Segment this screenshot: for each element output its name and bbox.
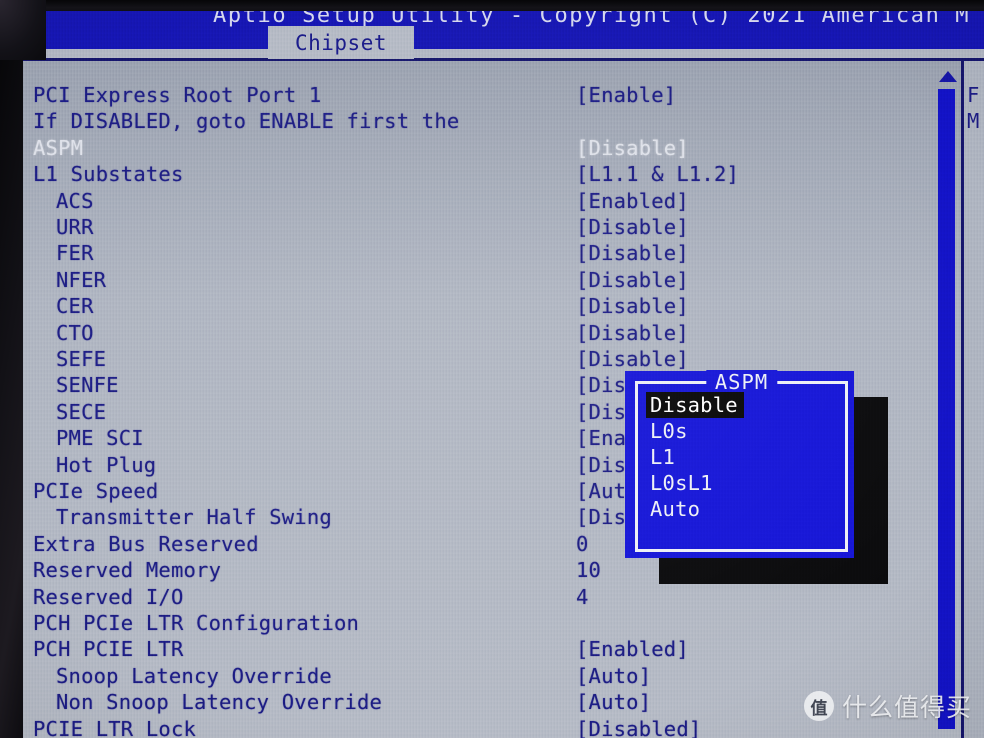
settings-row-label: ASPM (33, 135, 84, 160)
smzdm-watermark: 值 什么值得买 (803, 688, 972, 724)
settings-row[interactable]: If DISABLED, goto ENABLE first the (23, 109, 931, 135)
settings-row-label: SEFE (56, 347, 107, 371)
smzdm-badge-icon: 值 (803, 691, 834, 721)
settings-row-value[interactable]: [Disable] (576, 136, 689, 160)
dialog-option[interactable]: L0sL1 (646, 470, 713, 496)
settings-row-label: FER (56, 241, 94, 266)
settings-row-label: PCIe Speed (33, 479, 159, 503)
settings-row-value[interactable]: [Disable] (576, 241, 689, 265)
settings-row-value[interactable]: [Disable] (576, 294, 689, 318)
settings-row[interactable]: Reserved I/O 4 (23, 585, 931, 611)
settings-row[interactable]: L1 Substates [L1.1 & L1.2] (23, 162, 931, 188)
help-panel-line: M (967, 109, 980, 134)
settings-row-label: NFER (56, 267, 107, 292)
settings-row[interactable]: PCH PCIe LTR Configuration (23, 611, 931, 637)
settings-row-label: Reserved Memory (33, 558, 222, 583)
settings-row[interactable]: ACS [Enabled] (23, 189, 931, 215)
settings-row[interactable]: PCH PCIE LTR [Enabled] (23, 637, 931, 663)
settings-row-value[interactable]: 4 (576, 585, 589, 609)
aspm-option-dialog[interactable]: ASPM Disable L0s L1 L0sL1 Auto (625, 370, 854, 558)
dialog-option[interactable]: Disable (646, 392, 744, 418)
scroll-up-arrow-icon[interactable] (939, 71, 957, 82)
settings-row-label: SENFE (56, 373, 119, 398)
settings-row-value[interactable]: [Auto] (576, 664, 651, 688)
settings-row-value[interactable]: [Enable] (576, 83, 676, 107)
settings-row[interactable]: PCI Express Root Port 1 [Enable] (23, 83, 931, 109)
help-panel-line: F (967, 83, 980, 107)
settings-row-value[interactable]: [Auto] (576, 690, 651, 714)
dialog-option[interactable]: L0s (646, 418, 688, 444)
dialog-border: ASPM Disable L0s L1 L0sL1 Auto (635, 370, 848, 552)
settings-row-label: Non Snoop Latency Override (56, 690, 383, 715)
settings-panel: PCI Express Root Port 1 [Enable] If DISABL… (23, 61, 984, 738)
settings-row-label: ACS (56, 188, 94, 213)
settings-row[interactable]: SEFE [Disable] (23, 347, 931, 373)
settings-row-value[interactable]: [Disable] (576, 215, 689, 239)
settings-row[interactable]: Non Snoop Latency Override [Auto] (23, 690, 931, 716)
bios-setup-screenshot: Aptio Setup Utility - Copyright (C) 2021… (0, 0, 984, 738)
settings-row-label: PCIE LTR Lock (33, 716, 197, 738)
scrollbar-thumb[interactable] (938, 89, 955, 729)
settings-row-value[interactable]: [Disabled] (576, 717, 701, 738)
settings-row-label: Extra Bus Reserved (33, 531, 259, 556)
settings-row-value[interactable]: 10 (576, 558, 601, 582)
tab-chipset[interactable]: Chipset (268, 26, 414, 59)
settings-row-label: CER (56, 294, 94, 319)
monitor-bezel-top (0, 0, 984, 11)
monitor-bezel-left (0, 0, 23, 738)
settings-row-value[interactable]: [Enabled] (576, 189, 689, 213)
settings-row-label: Transmitter Half Swing (56, 505, 332, 530)
settings-row-label: L1 Substates (33, 162, 184, 187)
settings-row-label: Hot Plug (56, 452, 157, 477)
settings-row-label: PCH PCIe LTR Configuration (33, 611, 360, 635)
dialog-option[interactable]: L1 (646, 444, 675, 470)
dialog-title: ASPM (705, 370, 778, 394)
settings-row-value[interactable]: 0 (576, 532, 589, 556)
dialog-option-list[interactable]: Disable L0s L1 L0sL1 Auto (646, 392, 836, 522)
settings-row-label: CTO (56, 320, 94, 345)
settings-row-label: URR (56, 215, 94, 239)
settings-row[interactable]: NFER [Disable] (23, 268, 931, 294)
settings-row[interactable]: FER [Disable] (23, 241, 931, 267)
settings-row-value[interactable]: [Disable] (576, 268, 689, 292)
settings-row-value[interactable]: [Enabled] (576, 637, 689, 661)
settings-row[interactable]: Snoop Latency Override [Auto] (23, 664, 931, 690)
settings-row-label: If DISABLED, goto ENABLE first the (33, 109, 460, 134)
settings-row[interactable]: CER [Disable] (23, 294, 931, 320)
monitor-screen: Aptio Setup Utility - Copyright (C) 2021… (23, 11, 984, 738)
settings-row[interactable]: ASPM [Disable] (23, 136, 931, 162)
help-panel: FM (964, 61, 984, 738)
dialog-option[interactable]: Auto (646, 496, 700, 522)
settings-row-label: PCH PCIE LTR (33, 637, 184, 662)
settings-row-label: Reserved I/O (33, 584, 184, 609)
vertical-scrollbar[interactable] (933, 61, 959, 738)
settings-row-value[interactable]: [Disable] (576, 347, 689, 371)
settings-row[interactable]: CTO [Disable] (23, 321, 931, 347)
settings-row[interactable]: PCIE LTR Lock [Disabled] (23, 717, 931, 738)
titlebar: Aptio Setup Utility - Copyright (C) 2021… (23, 11, 984, 49)
settings-row-value[interactable]: [Disable] (576, 321, 689, 345)
settings-row-label: PCI Express Root Port 1 (33, 83, 322, 107)
settings-row-label: Snoop Latency Override (56, 663, 332, 688)
settings-row[interactable]: URR [Disable] (23, 215, 931, 241)
monitor-bezel-corner (0, 0, 46, 60)
settings-row-label: SECE (56, 399, 107, 424)
settings-row-value[interactable]: [L1.1 & L1.2] (576, 162, 739, 186)
smzdm-watermark-text: 什么值得买 (841, 693, 972, 722)
settings-row-label: PME SCI (56, 426, 144, 451)
